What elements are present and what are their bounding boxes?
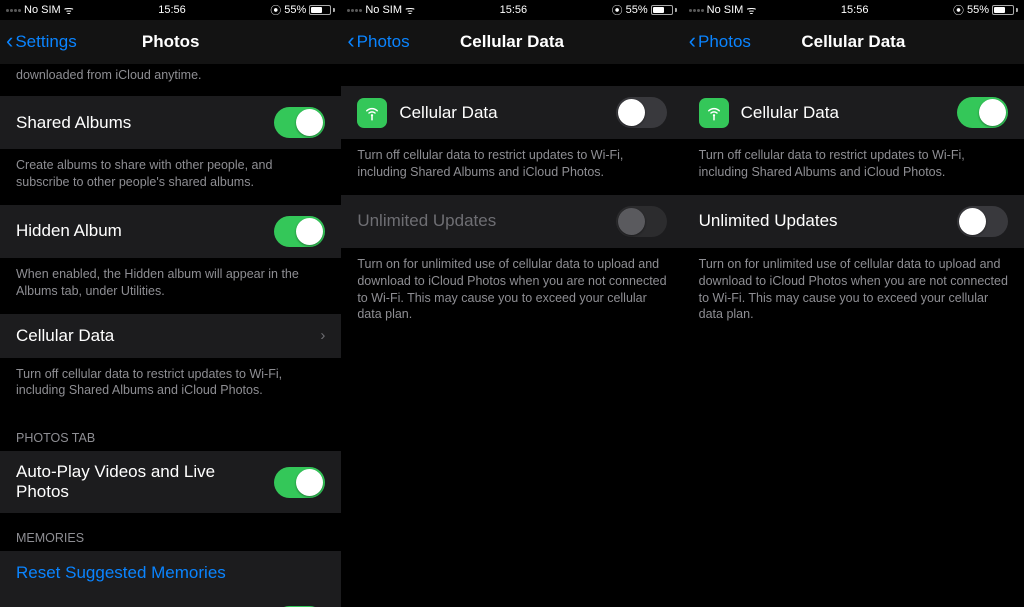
chevron-left-icon: ‹: [6, 30, 13, 52]
back-label: Photos: [698, 32, 751, 52]
antenna-icon: [699, 98, 729, 128]
autoplay-toggle[interactable]: [274, 467, 325, 498]
cell-label: Shared Albums: [16, 113, 131, 133]
status-bar: No SIM ᯤ 15:56 ⦿ 55%: [683, 0, 1024, 20]
cell-label: Hidden Album: [16, 221, 122, 241]
cellular-data-cell[interactable]: Cellular Data: [341, 86, 682, 139]
wifi-icon: ᯤ: [405, 3, 415, 18]
cell-label: Cellular Data: [399, 103, 497, 123]
reset-memories-button[interactable]: Reset Suggested Memories: [0, 551, 341, 595]
carrier-label: No SIM: [24, 4, 61, 16]
truncated-footer-text: downloaded from iCloud anytime.: [0, 64, 341, 96]
page-title: Cellular Data: [801, 32, 905, 52]
cell-label: Unlimited Updates: [357, 211, 496, 231]
nav-bar: ‹ Photos Cellular Data: [341, 20, 682, 64]
clock-label: 15:56: [841, 4, 869, 16]
battery-icon: [992, 5, 1018, 15]
clock-label: 15:56: [500, 4, 528, 16]
cell-label: Cellular Data: [16, 326, 114, 346]
cellular-data-cell[interactable]: Cellular Data ›: [0, 314, 341, 358]
battery-pct-label: 55%: [284, 4, 306, 16]
chevron-left-icon: ‹: [347, 30, 354, 52]
screen-cellular-on: No SIM ᯤ 15:56 ⦿ 55% ‹ Photos Cellular D…: [683, 0, 1024, 607]
unlimited-updates-footer: Turn on for unlimited use of cellular da…: [341, 248, 682, 338]
cellular-data-footer: Turn off cellular data to restrict updat…: [683, 139, 1024, 195]
back-label: Settings: [15, 32, 76, 52]
chevron-left-icon: ‹: [689, 30, 696, 52]
battery-pct-label: 55%: [967, 4, 989, 16]
battery-icon: [309, 5, 335, 15]
back-button[interactable]: ‹ Photos: [347, 20, 409, 64]
cell-label: Unlimited Updates: [699, 211, 838, 231]
hidden-album-toggle[interactable]: [274, 216, 325, 247]
unlimited-updates-footer: Turn on for unlimited use of cellular da…: [683, 248, 1024, 338]
status-bar: No SIM ᯤ 15:56 ⦿ 55%: [0, 0, 341, 20]
unlimited-updates-toggle: [616, 206, 667, 237]
clock-label: 15:56: [158, 4, 186, 16]
shared-albums-footer: Create albums to share with other people…: [0, 149, 341, 205]
status-bar: No SIM ᯤ 15:56 ⦿ 55%: [341, 0, 682, 20]
nav-bar: ‹ Photos Cellular Data: [683, 20, 1024, 64]
memories-header: MEMORIES: [0, 513, 341, 551]
carrier-label: No SIM: [365, 4, 402, 16]
cell-label: Reset Suggested Memories: [16, 563, 226, 583]
cellular-data-cell[interactable]: Cellular Data: [683, 86, 1024, 139]
cellular-data-toggle[interactable]: [616, 97, 667, 128]
wifi-icon: ᯤ: [746, 3, 756, 18]
carrier-label: No SIM: [707, 4, 744, 16]
cellular-data-footer: Turn off cellular data to restrict updat…: [0, 358, 341, 414]
orientation-lock-icon: ⦿: [953, 2, 964, 18]
cell-label: Auto-Play Videos and Live Photos: [16, 462, 262, 502]
cell-label: Cellular Data: [741, 103, 839, 123]
signal-dots-icon: [689, 9, 704, 12]
signal-dots-icon: [6, 9, 21, 12]
unlimited-updates-toggle[interactable]: [957, 206, 1008, 237]
autoplay-cell[interactable]: Auto-Play Videos and Live Photos: [0, 451, 341, 513]
shared-albums-toggle[interactable]: [274, 107, 325, 138]
screen-photos-settings: No SIM ᯤ 15:56 ⦿ 55% ‹ Settings Photos d…: [0, 0, 341, 607]
wifi-icon: ᯤ: [64, 3, 74, 18]
unlimited-updates-cell: Unlimited Updates: [341, 195, 682, 248]
hidden-album-cell[interactable]: Hidden Album: [0, 205, 341, 258]
battery-icon: [651, 5, 677, 15]
orientation-lock-icon: ⦿: [270, 2, 281, 18]
nav-bar: ‹ Settings Photos: [0, 20, 341, 64]
page-title: Cellular Data: [460, 32, 564, 52]
orientation-lock-icon: ⦿: [612, 2, 623, 18]
antenna-icon: [357, 98, 387, 128]
back-button[interactable]: ‹ Settings: [6, 20, 77, 64]
show-holiday-cell[interactable]: Show Holiday Events: [0, 595, 341, 607]
unlimited-updates-cell[interactable]: Unlimited Updates: [683, 195, 1024, 248]
back-label: Photos: [357, 32, 410, 52]
screen-cellular-off: No SIM ᯤ 15:56 ⦿ 55% ‹ Photos Cellular D…: [341, 0, 682, 607]
photos-tab-header: PHOTOS TAB: [0, 413, 341, 451]
signal-dots-icon: [347, 9, 362, 12]
chevron-right-icon: ›: [320, 327, 325, 344]
back-button[interactable]: ‹ Photos: [689, 20, 751, 64]
cellular-data-footer: Turn off cellular data to restrict updat…: [341, 139, 682, 195]
shared-albums-cell[interactable]: Shared Albums: [0, 96, 341, 149]
hidden-album-footer: When enabled, the Hidden album will appe…: [0, 258, 341, 314]
page-title: Photos: [142, 32, 200, 52]
battery-pct-label: 55%: [626, 4, 648, 16]
cellular-data-toggle[interactable]: [957, 97, 1008, 128]
